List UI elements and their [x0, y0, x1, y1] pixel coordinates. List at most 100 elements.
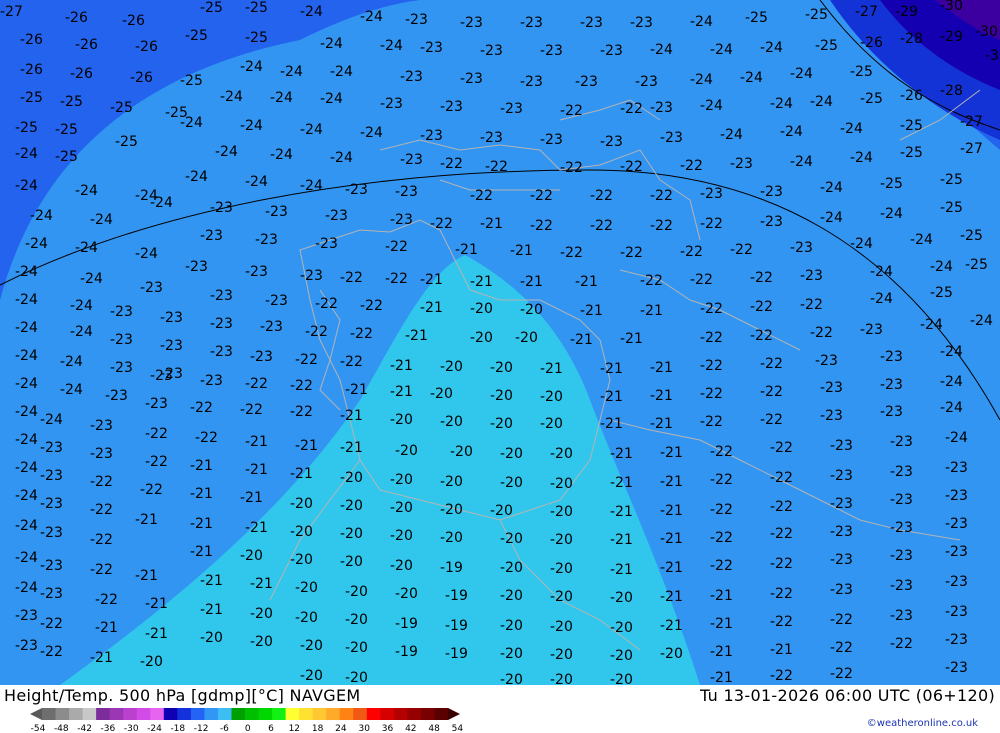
- isoline-value-label: -24: [930, 259, 953, 275]
- legend-tick-label: -12: [194, 724, 209, 733]
- isoline-value-label: -26: [20, 32, 43, 48]
- isoline-value-label: -22: [770, 526, 793, 542]
- isoline-value-label: -24: [380, 38, 403, 54]
- isoline-value-label: -24: [870, 291, 893, 307]
- isoline-value-label: -23: [520, 15, 543, 31]
- isoline-value-label: -22: [340, 270, 363, 286]
- isoline-value-label: -27: [960, 141, 983, 157]
- isoline-value-label: -20: [550, 647, 573, 663]
- isoline-value-label: -24: [820, 180, 843, 196]
- isoline-value-label: -23: [820, 408, 843, 424]
- isoline-value-label: -23: [15, 638, 38, 654]
- isoline-value-label: -20: [500, 560, 523, 576]
- isoline-value-label: -23: [945, 604, 968, 620]
- isoline-value-label: -24: [280, 64, 303, 80]
- isoline-value-label: -23: [405, 12, 428, 28]
- isoline-value-label: -25: [185, 28, 208, 44]
- isoline-value-label: -24: [180, 115, 203, 131]
- legend-swatch: [339, 708, 354, 720]
- isoline-value-label: -22: [240, 402, 263, 418]
- isoline-value-label: -26: [900, 88, 923, 104]
- isoline-value-label: -23: [90, 446, 113, 462]
- isoline-value-label: -22: [90, 562, 113, 578]
- isoline-value-label: -25: [940, 200, 963, 216]
- isoline-value-label: -22: [340, 354, 363, 370]
- isoline-value-label: -23: [760, 214, 783, 230]
- isoline-value-label: -21: [575, 274, 598, 290]
- isoline-value-label: -23: [40, 496, 63, 512]
- isoline-value-label: -20: [390, 412, 413, 428]
- isoline-value-label: -23: [520, 74, 543, 90]
- isoline-value-label: -22: [620, 245, 643, 261]
- isoline-value-label: -19: [445, 646, 468, 662]
- isoline-value-label: -23: [110, 304, 133, 320]
- isoline-value-label: -24: [330, 64, 353, 80]
- isoline-value-label: -23: [210, 344, 233, 360]
- isoline-value-label: -22: [710, 530, 733, 546]
- isoline-value-label: -22: [385, 239, 408, 255]
- isoline-value-label: -21: [295, 438, 318, 454]
- legend-tick-label: 18: [312, 724, 324, 733]
- isoline-value-label: -21: [660, 531, 683, 547]
- isoline-value-label: -22: [770, 586, 793, 602]
- isoline-value-label: -20: [390, 500, 413, 516]
- legend-swatch: [380, 708, 395, 720]
- isoline-value-label: -20: [550, 672, 573, 685]
- legend-swatch: [150, 708, 165, 720]
- isoline-value-label: -24: [135, 246, 158, 262]
- isoline-value-label: -23: [325, 208, 348, 224]
- isoline-value-label: -20: [300, 668, 323, 684]
- isoline-value-label: -20: [470, 330, 493, 346]
- isoline-value-label: -24: [185, 169, 208, 185]
- forecast-time: Tu 13-01-2026 06:00 UTC (06+120): [699, 686, 995, 705]
- isoline-value-label: -25: [815, 38, 838, 54]
- isoline-value-label: -24: [840, 121, 863, 137]
- isoline-value-label: -22: [385, 271, 408, 287]
- legend-swatch: [217, 708, 232, 720]
- isoline-value-label: -23: [880, 377, 903, 393]
- isoline-value-label: -22: [770, 556, 793, 572]
- isoline-value-label: -22: [770, 470, 793, 486]
- legend-tick-label: 54: [452, 724, 464, 733]
- isoline-value-label: -20: [490, 416, 513, 432]
- isoline-value-label: -26: [122, 13, 145, 29]
- isoline-value-label: -23: [110, 360, 133, 376]
- isoline-value-label: -21: [245, 434, 268, 450]
- isoline-value-label: -24: [70, 324, 93, 340]
- isoline-value-label: -23: [830, 468, 853, 484]
- isoline-value-label: -24: [150, 195, 173, 211]
- legend-swatch: [434, 708, 449, 720]
- isoline-value-label: -22: [485, 159, 508, 175]
- isoline-value-label: -22: [680, 158, 703, 174]
- isoline-value-label: -20: [440, 474, 463, 490]
- credit-link[interactable]: ©weatheronline.co.uk: [867, 718, 978, 729]
- isoline-value-label: -24: [940, 344, 963, 360]
- isoline-value-label: -22: [190, 400, 213, 416]
- isoline-value-label: -24: [740, 70, 763, 86]
- isoline-value-label: -20: [440, 414, 463, 430]
- isoline-value-label: -22: [245, 376, 268, 392]
- isoline-value-label: -22: [430, 216, 453, 232]
- isoline-value-label: -20: [610, 590, 633, 606]
- isoline-value-label: -24: [90, 212, 113, 228]
- isoline-value-label: -20: [290, 524, 313, 540]
- isoline-value-label: -22: [710, 444, 733, 460]
- isoline-value-label: -19: [440, 560, 463, 576]
- isoline-value-label: -22: [700, 358, 723, 374]
- isoline-value-label: -23: [210, 288, 233, 304]
- isoline-value-label: -23: [945, 544, 968, 560]
- legend-tick-label: 6: [268, 724, 274, 733]
- isoline-value-label: -23: [160, 338, 183, 354]
- isoline-value-label: -21: [660, 560, 683, 576]
- isoline-value-label: -25: [900, 118, 923, 134]
- isoline-value-label: -24: [770, 96, 793, 112]
- isoline-value-label: -20: [345, 640, 368, 656]
- legend-tick-label: -30: [124, 724, 139, 733]
- isoline-value-label: -25: [15, 120, 38, 136]
- isoline-value-label: -22: [710, 472, 733, 488]
- isoline-value-label: -20: [540, 416, 563, 432]
- isoline-value-label: -25: [180, 73, 203, 89]
- isoline-value-label: -23: [600, 43, 623, 59]
- isoline-value-label: -20: [610, 672, 633, 685]
- isoline-value-label: -23: [540, 43, 563, 59]
